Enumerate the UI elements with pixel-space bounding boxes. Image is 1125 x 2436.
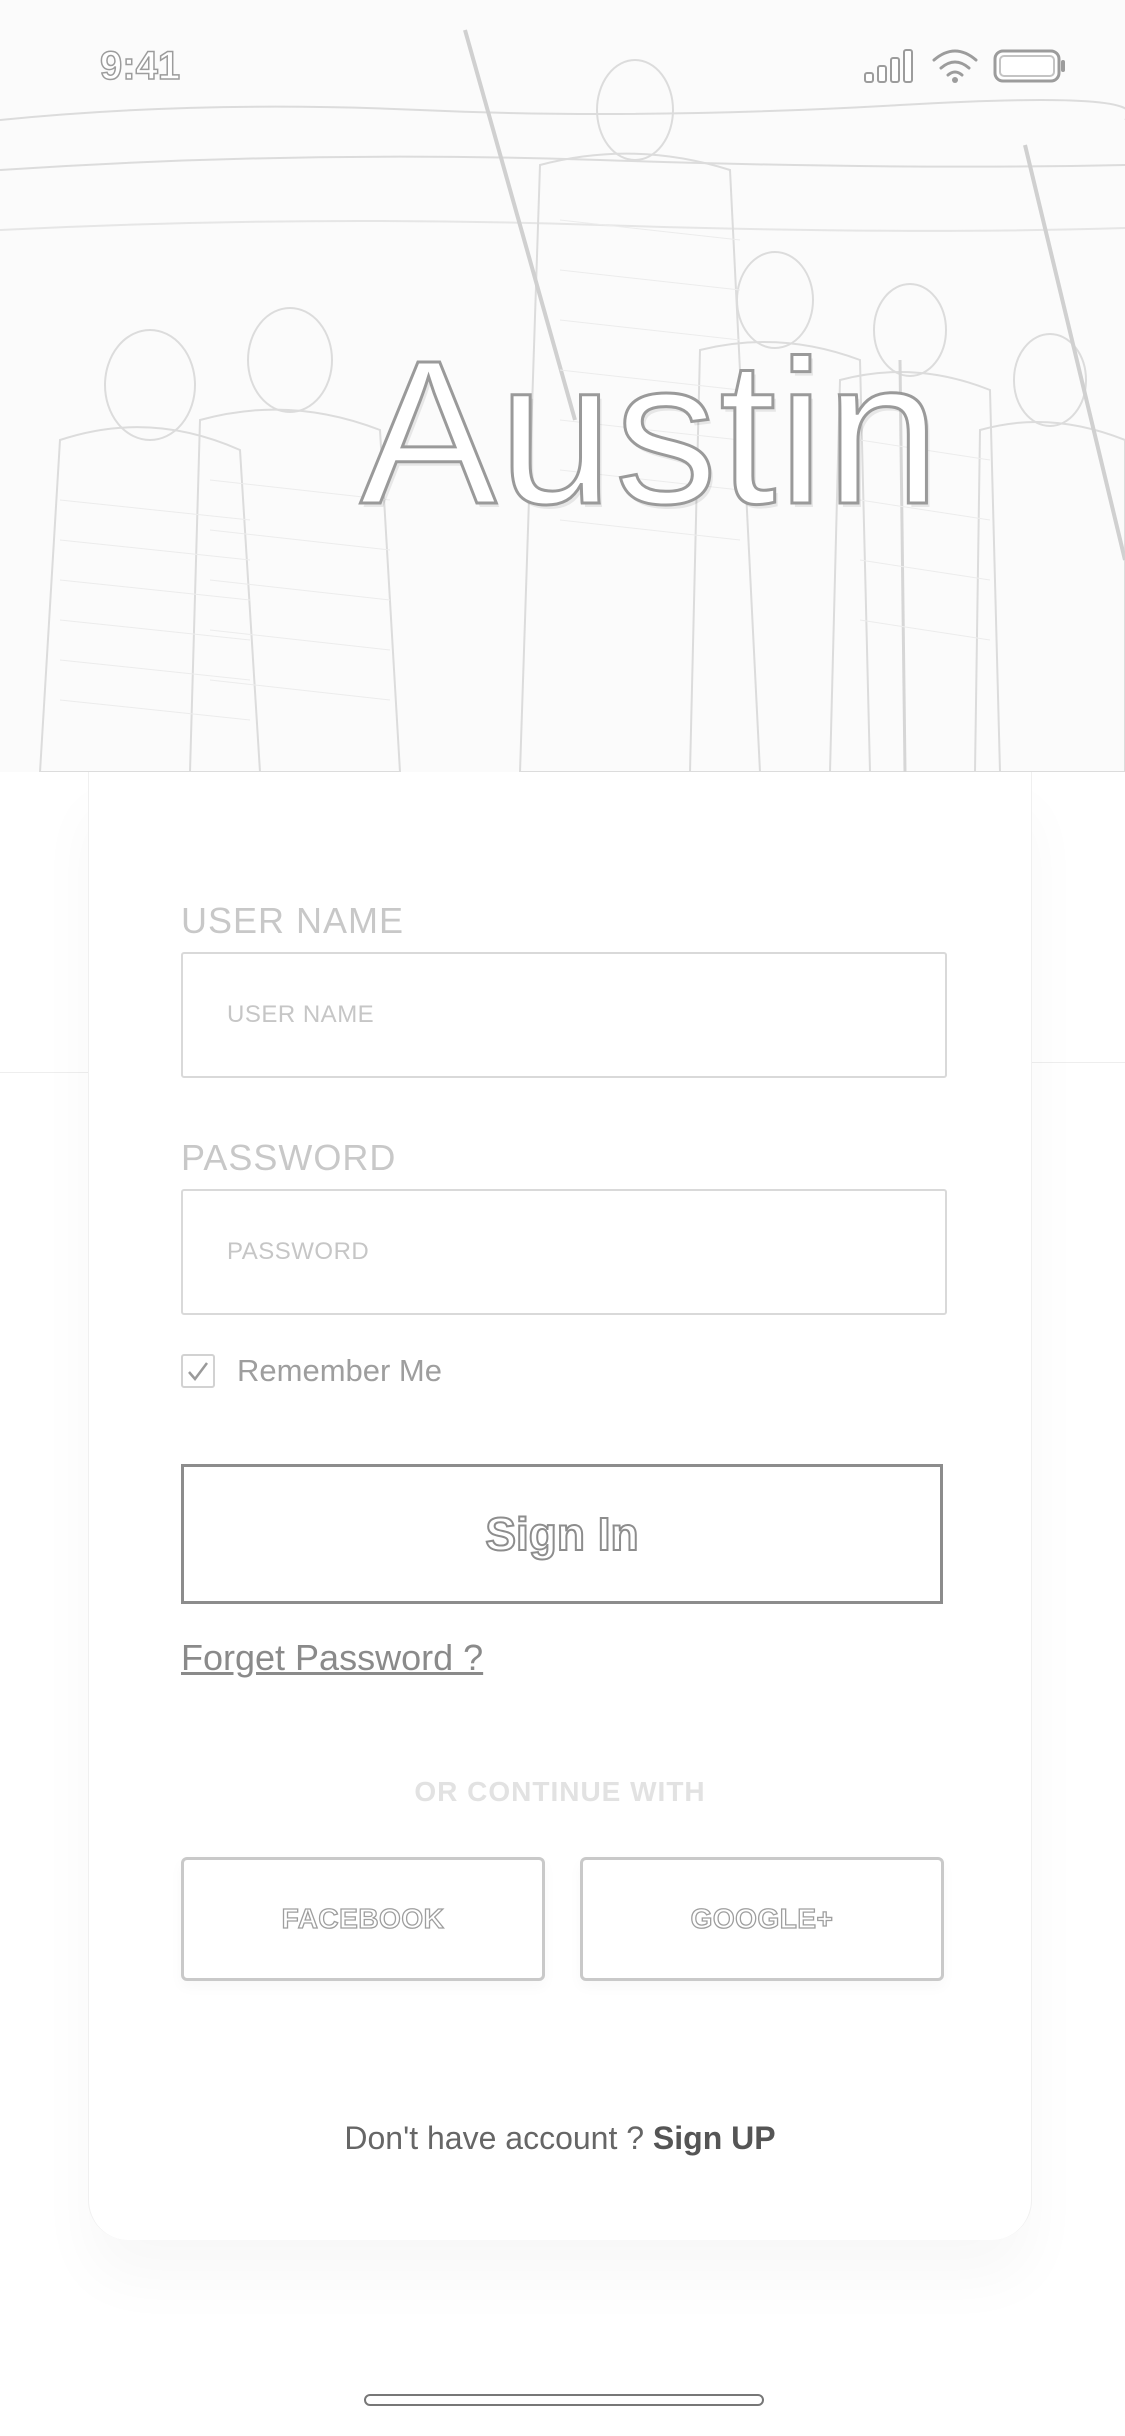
status-icons <box>863 48 1067 84</box>
sign-up-link[interactable]: Sign UP <box>653 2120 776 2156</box>
google-button[interactable]: GOOGLE+ <box>580 1857 944 1981</box>
google-label: GOOGLE+ <box>690 1902 834 1934</box>
password-label: PASSWORD <box>181 1137 397 1178</box>
wifi-icon <box>932 49 978 83</box>
left-side-panel <box>0 772 89 1073</box>
remember-me-row[interactable]: Remember Me <box>181 1353 442 1389</box>
signal-icon <box>864 49 913 83</box>
username-label: USER NAME <box>181 900 405 941</box>
password-input[interactable] <box>181 1189 947 1315</box>
sign-in-button[interactable]: Sign In <box>181 1464 943 1604</box>
battery-icon <box>993 49 1065 83</box>
right-side-panel <box>1028 772 1125 1063</box>
home-indicator[interactable] <box>364 2394 764 2406</box>
signup-row: Don't have account ? Sign UP <box>89 2120 1031 2157</box>
status-bar: 9:41 <box>0 0 1125 140</box>
sign-in-label: Sign In <box>484 1507 639 1561</box>
login-card: USER NAME PASSWORD Remember Me Sign In F… <box>88 772 1032 2240</box>
forgot-password-link[interactable]: Forget Password ? <box>181 1637 483 1679</box>
facebook-label: FACEBOOK <box>281 1902 445 1934</box>
or-continue-divider: OR CONTINUE WITH <box>414 1776 706 1807</box>
facebook-button[interactable]: FACEBOOK <box>181 1857 545 1981</box>
hero-title: Austin <box>359 318 942 547</box>
checkmark-icon <box>188 1362 208 1381</box>
remember-me-label: Remember Me <box>237 1353 442 1388</box>
remember-me-checkbox[interactable] <box>181 1354 215 1388</box>
username-input[interactable] <box>181 952 947 1078</box>
status-time: 9:41 <box>99 43 181 89</box>
signup-prompt: Don't have account ? <box>344 2120 645 2156</box>
